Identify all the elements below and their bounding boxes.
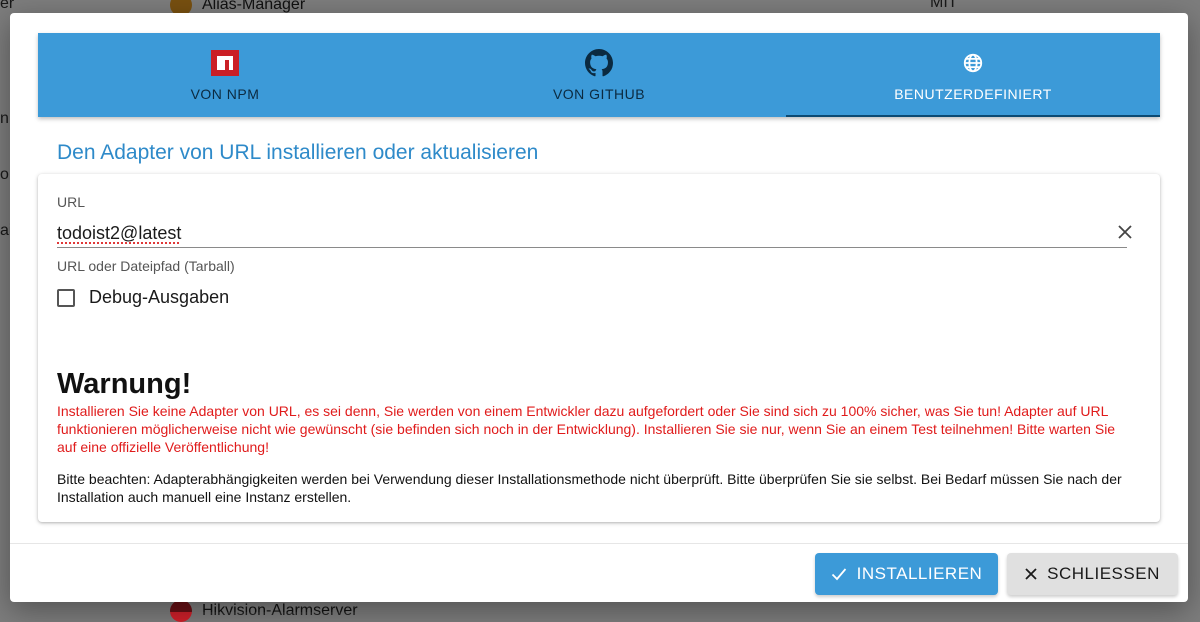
url-input[interactable] bbox=[57, 219, 1127, 248]
url-helper-text: URL oder Dateipfad (Tarball) bbox=[57, 258, 235, 274]
check-icon bbox=[831, 568, 846, 581]
debug-checkbox-label: Debug-Ausgaben bbox=[89, 287, 230, 307]
clear-input-button[interactable] bbox=[1114, 221, 1136, 243]
tab-npm[interactable]: VON NPM bbox=[38, 33, 412, 117]
dependency-note: Bitte beachten: Adapterabhängigkeiten we… bbox=[57, 471, 1122, 505]
close-icon bbox=[1025, 568, 1037, 580]
install-dialog: VON NPM VON GITHUB BENUTZERDEFINIERT Den… bbox=[10, 13, 1188, 602]
url-form-card: URL URL oder Dateipfad (Tarball) Debug-A… bbox=[38, 174, 1160, 522]
page-title: Den Adapter von URL installieren oder ak… bbox=[57, 141, 539, 164]
tab-github[interactable]: VON GITHUB bbox=[412, 33, 786, 117]
url-label: URL bbox=[57, 194, 86, 210]
github-icon bbox=[585, 48, 613, 78]
install-button-label: INSTALLIEREN bbox=[856, 564, 983, 583]
footer-divider bbox=[10, 543, 1188, 544]
tab-label: VON NPM bbox=[190, 86, 260, 102]
install-button[interactable]: INSTALLIEREN bbox=[815, 553, 998, 595]
npm-icon bbox=[211, 48, 239, 78]
close-icon bbox=[1118, 225, 1132, 239]
globe-icon bbox=[962, 48, 984, 78]
tab-label: VON GITHUB bbox=[552, 86, 646, 102]
tab-custom[interactable]: BENUTZERDEFINIERT bbox=[786, 33, 1160, 117]
warning-text: Installieren Sie keine Adapter von URL, … bbox=[57, 403, 1116, 455]
close-button-label: SCHLIESSEN bbox=[1047, 564, 1160, 583]
tab-label: BENUTZERDEFINIERT bbox=[894, 86, 1052, 102]
warning-title: Warnung! bbox=[57, 368, 192, 400]
source-tabs: VON NPM VON GITHUB BENUTZERDEFINIERT bbox=[38, 33, 1160, 117]
debug-checkbox[interactable] bbox=[57, 288, 75, 307]
close-button[interactable]: SCHLIESSEN bbox=[1007, 553, 1178, 595]
debug-checkbox-row[interactable]: Debug-Ausgaben bbox=[57, 287, 229, 308]
